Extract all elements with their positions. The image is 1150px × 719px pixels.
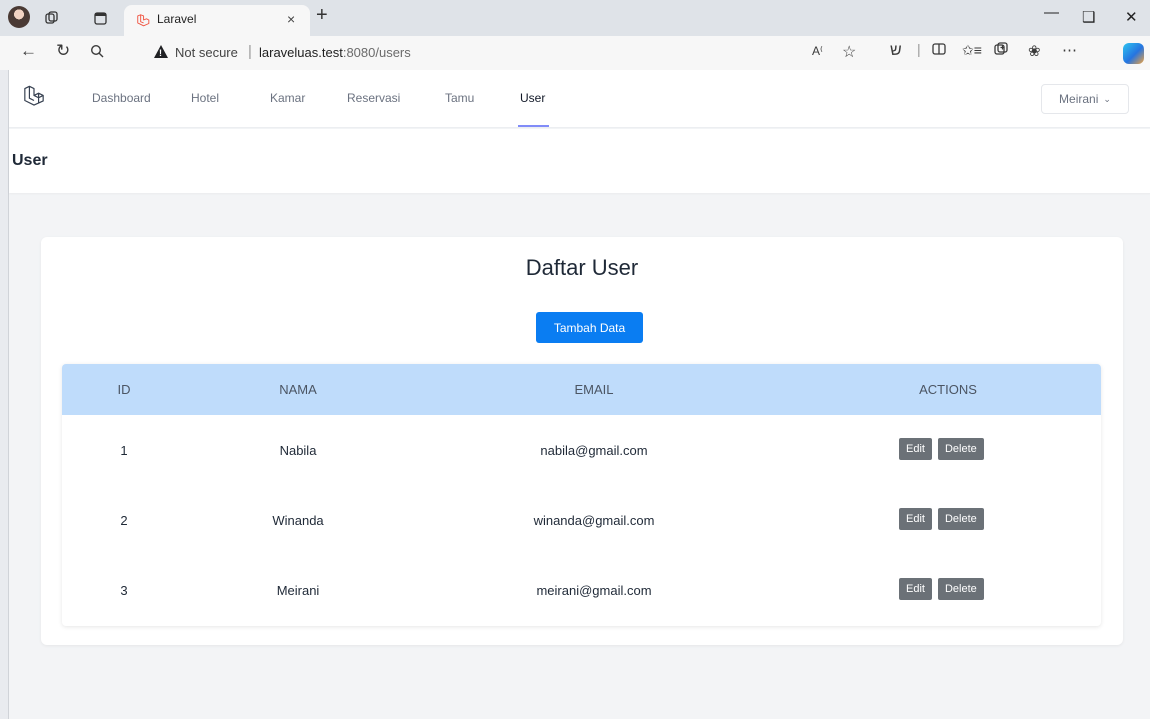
cell-id: 3: [120, 583, 128, 598]
edit-button[interactable]: Edit: [899, 508, 932, 530]
profile-avatar-icon[interactable]: [8, 6, 30, 28]
add-data-button[interactable]: Tambah Data: [536, 312, 643, 343]
laravel-logo-icon: [137, 14, 150, 27]
cell-nama: Nabila: [279, 443, 317, 458]
restore-icon[interactable]: ❑: [1082, 8, 1095, 26]
nav-item-kamar[interactable]: Kamar: [270, 91, 305, 128]
browser-tab-bar: Laravel × + — ❑ ✕: [0, 0, 1150, 36]
cell-email: meirani@gmail.com: [536, 583, 652, 598]
nav-item-hotel[interactable]: Hotel: [191, 91, 219, 128]
read-aloud-icon[interactable]: A⁽: [812, 44, 823, 58]
cell-id: 1: [120, 443, 128, 458]
cell-email: winanda@gmail.com: [533, 513, 655, 528]
refresh-icon[interactable]: ↻: [56, 41, 70, 61]
column-header-id: ID: [117, 382, 131, 397]
nav-item-reservasi[interactable]: Reservasi: [347, 91, 400, 128]
favorite-icon[interactable]: ☆: [842, 42, 856, 62]
new-tab-icon[interactable]: +: [316, 4, 328, 27]
edit-button[interactable]: Edit: [899, 578, 932, 600]
table-row: 2 Winanda winanda@gmail.com Edit Delete: [62, 485, 1101, 555]
card-title: Daftar User: [525, 255, 639, 280]
delete-button[interactable]: Delete: [937, 508, 984, 530]
browser-tab[interactable]: Laravel ×: [124, 5, 310, 36]
warning-icon[interactable]: [154, 45, 168, 58]
browser-address-bar: ← ↻ Not secure | laraveluas.test:8080/us…: [0, 36, 1150, 70]
page-viewport: Dashboard Hotel Kamar Reservasi Tamu Use…: [8, 70, 1150, 719]
laravel-logo-icon[interactable]: [23, 84, 45, 106]
url-separator: |: [248, 43, 252, 60]
page-header: User: [9, 129, 1150, 193]
user-name: Meirani: [1059, 92, 1099, 106]
column-header-actions: ACTIONS: [919, 382, 977, 397]
cell-nama: Meirani: [276, 583, 320, 598]
more-icon[interactable]: ⋯: [1062, 41, 1077, 59]
delete-button[interactable]: Delete: [937, 438, 984, 460]
nav-item-tamu[interactable]: Tamu: [445, 91, 474, 128]
url-text[interactable]: laraveluas.test:8080/users: [259, 45, 411, 60]
security-label[interactable]: Not secure: [175, 45, 238, 60]
cell-email: nabila@gmail.com: [540, 443, 648, 458]
split-screen-icon[interactable]: [932, 42, 946, 59]
edit-button[interactable]: Edit: [899, 438, 932, 460]
url-path: :8080/users: [342, 45, 411, 60]
collections-icon[interactable]: [994, 42, 1008, 59]
row-actions: Edit Delete: [899, 508, 984, 530]
tab-title: Laravel: [157, 12, 197, 26]
tab-actions-icon[interactable]: [90, 8, 110, 28]
table-row: 3 Meirani meirani@gmail.com Edit Delete: [62, 555, 1101, 625]
favorites-icon[interactable]: ✩≡: [962, 42, 982, 59]
chevron-down-icon: ⌄: [1103, 93, 1111, 104]
toolbar-divider: |: [917, 41, 921, 57]
url-field[interactable]: Not secure | laraveluas.test:8080/users: [140, 40, 880, 66]
nav-item-user[interactable]: User: [517, 91, 550, 128]
extensions-icon[interactable]: ש: [890, 42, 902, 60]
page-title: User: [12, 152, 48, 169]
tab-close-icon[interactable]: ×: [287, 11, 295, 27]
row-actions: Edit Delete: [899, 438, 984, 460]
workspaces-icon[interactable]: [42, 8, 62, 28]
performance-icon[interactable]: ❀: [1028, 42, 1041, 60]
row-actions: Edit Delete: [899, 578, 984, 600]
cell-id: 2: [120, 513, 128, 528]
user-table: ID NAMA EMAIL ACTIONS 1 Nabila nabila@gm…: [62, 364, 1101, 626]
back-icon[interactable]: ←: [20, 41, 37, 61]
nav-item-dashboard[interactable]: Dashboard: [92, 91, 151, 128]
top-navigation: Dashboard Hotel Kamar Reservasi Tamu Use…: [9, 70, 1150, 128]
column-header-nama: NAMA: [279, 382, 317, 397]
search-icon[interactable]: [90, 43, 104, 63]
url-host: laraveluas.test: [259, 45, 343, 60]
delete-button[interactable]: Delete: [937, 578, 984, 600]
minimize-icon[interactable]: —: [1044, 4, 1059, 21]
content-card: Daftar User Tambah Data ID NAMA EMAIL AC…: [41, 237, 1123, 645]
cell-nama: Winanda: [272, 513, 324, 528]
table-row: 1 Nabila nabila@gmail.com Edit Delete: [62, 415, 1101, 485]
user-dropdown[interactable]: Meirani ⌄: [1041, 84, 1129, 114]
copilot-icon[interactable]: [1123, 43, 1144, 64]
close-icon[interactable]: ✕: [1125, 8, 1138, 26]
column-header-email: EMAIL: [574, 382, 614, 397]
table-header: ID NAMA EMAIL ACTIONS: [62, 364, 1101, 415]
